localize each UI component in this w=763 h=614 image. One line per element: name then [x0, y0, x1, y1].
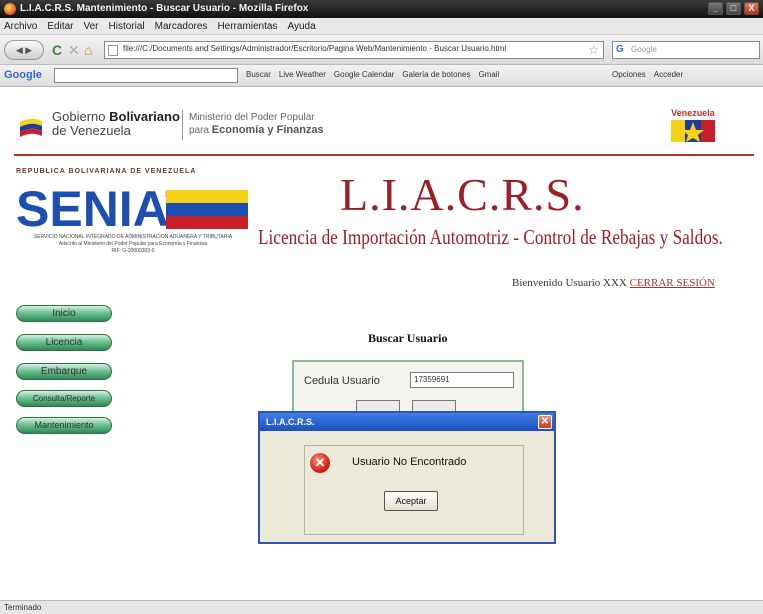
maximize-button[interactable]: □: [726, 2, 741, 15]
toolbar-buscar[interactable]: Buscar: [246, 70, 271, 79]
republica-text: REPUBLICA BOLIVARIANA DE VENEZUELA: [16, 168, 197, 175]
menu-editar[interactable]: Editar: [47, 18, 73, 34]
menu-embarque-button[interactable]: Embarque: [16, 363, 112, 380]
toolbar-google-calendar[interactable]: Google Calendar: [334, 70, 394, 79]
firefox-icon: [4, 3, 16, 15]
app-subtitle: Licencia de Importación Automotriz - Con…: [258, 225, 723, 249]
welcome-text: Bienvenido Usuario XXX: [512, 277, 627, 289]
seniat-subtitle: SERVICIO NACIONAL INTEGRADO DE ADMINISTR…: [33, 234, 233, 254]
url-text: file:///C:/Documents and Settings/Admini…: [123, 44, 507, 53]
minimize-button[interactable]: _: [708, 2, 723, 15]
status-bar: Terminado: [0, 600, 763, 614]
google-toolbar-input[interactable]: [54, 68, 238, 83]
google-toolbar-items: Buscar Live Weather Google Calendar Gale…: [246, 70, 499, 79]
bookmark-star-icon[interactable]: ☆: [588, 43, 599, 57]
google-toolbar-logo: Google: [4, 69, 42, 81]
home-icon[interactable]: ⌂: [84, 41, 92, 59]
page-title: Buscar Usuario: [368, 331, 448, 345]
menu-herramientas[interactable]: Herramientas: [217, 18, 277, 34]
logout-link[interactable]: CERRAR SESIÓN: [630, 277, 715, 289]
error-icon: ✕: [310, 453, 330, 473]
cedula-input[interactable]: 17359691: [410, 372, 514, 388]
menu-ayuda[interactable]: Ayuda: [287, 18, 315, 34]
menu-mantenimiento-button[interactable]: Mantenimiento: [16, 417, 112, 434]
navigation-toolbar: ◀ ▶ C ✕ ⌂ file:///C:/Documents and Setti…: [0, 35, 763, 65]
menu-consulta-reporte-button[interactable]: Consulta/Reporte: [16, 390, 112, 407]
stop-icon[interactable]: ✕: [68, 41, 80, 59]
alert-dialog: L.I.A.C.R.S. ✕ ✕ Usuario No Encontrado A…: [258, 411, 556, 544]
accept-button[interactable]: Aceptar: [384, 491, 438, 511]
window-title-bar: L.I.A.C.R.S. Mantenimiento - Buscar Usua…: [0, 0, 763, 18]
seniat-logo: SENIAT: [16, 181, 248, 232]
google-toolbar: Google Buscar Live Weather Google Calend…: [0, 65, 763, 87]
menu-licencia-button[interactable]: Licencia: [16, 334, 112, 351]
dialog-close-button[interactable]: ✕: [538, 415, 552, 429]
search-input[interactable]: G Google: [612, 41, 760, 59]
header-separator: [182, 110, 183, 140]
menu-inicio-button[interactable]: Inicio: [16, 305, 112, 322]
google-toolbar-right: Opciones Acceder: [612, 70, 683, 79]
google-search-icon: G: [616, 44, 624, 55]
cedula-label: Cedula Usuario: [304, 375, 380, 387]
menu-bar: Archivo Editar Ver Historial Marcadores …: [0, 18, 763, 35]
ministerio-text: Ministerio del Poder Popular para Econom…: [189, 112, 324, 136]
menu-historial[interactable]: Historial: [109, 18, 145, 34]
toolbar-galeria-botones[interactable]: Galería de botones: [402, 70, 470, 79]
menu-archivo[interactable]: Archivo: [4, 18, 37, 34]
search-placeholder: Google: [631, 45, 657, 54]
close-window-button[interactable]: X: [744, 2, 759, 15]
venezuela-flag-icon: [20, 118, 42, 137]
toolbar-acceder[interactable]: Acceder: [654, 70, 683, 79]
toolbar-live-weather[interactable]: Live Weather: [279, 70, 326, 79]
header-divider: [14, 154, 754, 156]
venezuela-logo: Venezuela: [668, 108, 718, 148]
page-icon: [108, 45, 118, 56]
app-title: L.I.A.C.R.S.: [340, 169, 585, 220]
back-forward-button[interactable]: ◀ ▶: [4, 40, 44, 60]
gobierno-bolivariano-text: Gobierno Bolivariano de Venezuela: [52, 109, 180, 138]
venezuela-stars-icon: [671, 120, 715, 142]
menu-ver[interactable]: Ver: [83, 18, 98, 34]
session-welcome: Bienvenido Usuario XXX CERRAR SESIÓN: [512, 277, 715, 289]
toolbar-gmail[interactable]: Gmail: [478, 70, 499, 79]
dialog-message: Usuario No Encontrado: [352, 456, 467, 468]
reload-icon[interactable]: C: [52, 41, 62, 59]
window-controls: _ □ X: [708, 2, 759, 15]
page-content: Gobierno Bolivariano de Venezuela Minist…: [0, 88, 763, 598]
toolbar-opciones[interactable]: Opciones: [612, 70, 646, 79]
address-bar[interactable]: file:///C:/Documents and Settings/Admini…: [104, 41, 604, 59]
menu-marcadores[interactable]: Marcadores: [155, 18, 208, 34]
dialog-title: L.I.A.C.R.S.: [260, 413, 554, 431]
window-title: L.I.A.C.R.S. Mantenimiento - Buscar Usua…: [20, 3, 309, 14]
